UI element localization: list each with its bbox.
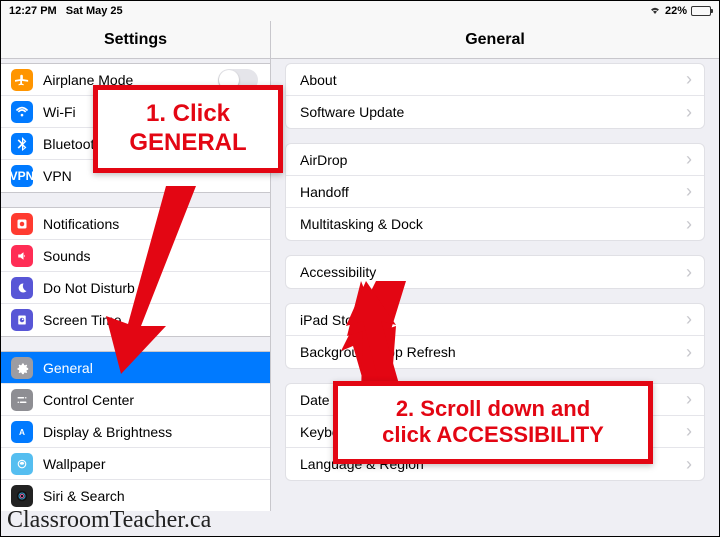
row-label: Multitasking & Dock	[300, 216, 686, 232]
vpn-icon: VPN	[11, 165, 33, 187]
chevron-right-icon: ›	[686, 421, 692, 442]
row-label: Accessibility	[300, 264, 686, 280]
row-about[interactable]: About ›	[286, 64, 704, 96]
chevron-right-icon: ›	[686, 309, 692, 330]
chevron-right-icon: ›	[686, 102, 692, 123]
annotation-text: click ACCESSIBILITY	[356, 422, 630, 448]
notifications-icon	[11, 213, 33, 235]
screentime-icon	[11, 309, 33, 331]
sidebar-item-wallpaper[interactable]: Wallpaper	[1, 448, 270, 480]
row-airdrop[interactable]: AirDrop ›	[286, 144, 704, 176]
row-label: Handoff	[300, 184, 686, 200]
chevron-right-icon: ›	[686, 342, 692, 363]
annotation-arrow-1	[86, 186, 206, 376]
row-label: AirDrop	[300, 152, 686, 168]
row-handoff[interactable]: Handoff ›	[286, 176, 704, 208]
chevron-right-icon: ›	[686, 454, 692, 475]
row-label: Display & Brightness	[43, 424, 258, 440]
chevron-right-icon: ›	[686, 262, 692, 283]
control-center-icon	[11, 389, 33, 411]
display-icon: A	[11, 421, 33, 443]
main-group-about: About › Software Update ›	[285, 63, 705, 129]
chevron-right-icon: ›	[686, 69, 692, 90]
dnd-icon	[11, 277, 33, 299]
battery-icon	[691, 6, 711, 16]
gear-icon	[11, 357, 33, 379]
row-label: Wallpaper	[43, 456, 258, 472]
siri-icon	[11, 485, 33, 507]
chevron-right-icon: ›	[686, 389, 692, 410]
status-bar: 12:27 PM Sat May 25 22%	[1, 1, 719, 21]
row-label: Control Center	[43, 392, 258, 408]
row-multitasking[interactable]: Multitasking & Dock ›	[286, 208, 704, 240]
status-time: 12:27 PM	[9, 5, 57, 17]
sidebar-title: Settings	[1, 21, 270, 59]
status-date: Sat May 25	[66, 5, 123, 17]
wifi-icon	[11, 101, 33, 123]
watermark: ClassroomTeacher.ca	[7, 507, 211, 534]
sidebar-item-control-center[interactable]: Control Center	[1, 384, 270, 416]
chevron-right-icon: ›	[686, 149, 692, 170]
row-label: Software Update	[300, 104, 686, 120]
annotation-text: GENERAL	[116, 129, 260, 158]
battery-percent: 22%	[665, 5, 687, 17]
bluetooth-icon	[11, 133, 33, 155]
sidebar-item-display[interactable]: A Display & Brightness	[1, 416, 270, 448]
main-group-airdrop: AirDrop › Handoff › Multitasking & Dock …	[285, 143, 705, 241]
svg-text:A: A	[19, 428, 25, 437]
annotation-arrow-2b	[341, 281, 421, 391]
annotation-callout-2: 2. Scroll down and click ACCESSIBILITY	[333, 381, 653, 464]
sounds-icon	[11, 245, 33, 267]
chevron-right-icon: ›	[686, 181, 692, 202]
wallpaper-icon	[11, 453, 33, 475]
annotation-text: 2. Scroll down and	[356, 396, 630, 422]
annotation-text: 1. Click	[116, 100, 260, 129]
wifi-icon	[649, 5, 661, 18]
ipad-settings-screenshot: 12:27 PM Sat May 25 22% Settings Airplan…	[0, 0, 720, 537]
annotation-callout-1: 1. Click GENERAL	[93, 85, 283, 173]
main-title: General	[271, 21, 719, 59]
airplane-icon	[11, 69, 33, 91]
row-label: Siri & Search	[43, 488, 258, 504]
row-label: About	[300, 72, 686, 88]
chevron-right-icon: ›	[686, 214, 692, 235]
row-software-update[interactable]: Software Update ›	[286, 96, 704, 128]
